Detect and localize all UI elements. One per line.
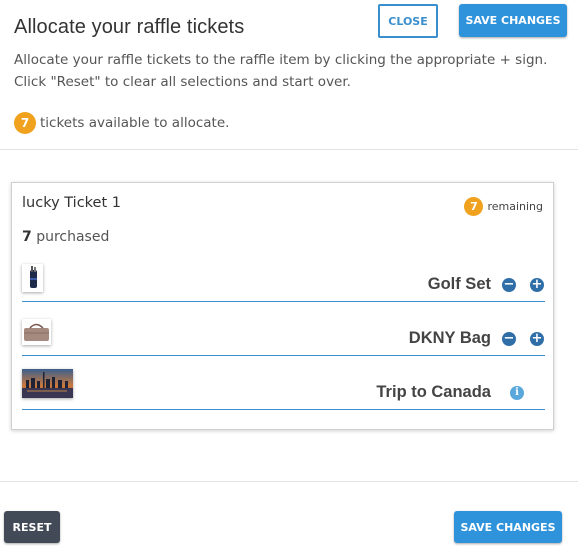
dkny-bag-thumbnail (22, 319, 51, 345)
remaining-count-badge: 7 (464, 197, 484, 216)
golf-set-thumbnail (22, 264, 43, 292)
trip-to-canada-thumbnail (22, 369, 73, 398)
purchased-count: 7 purchased (22, 229, 109, 245)
divider-top (0, 149, 578, 150)
minus-icon[interactable]: − (502, 332, 516, 346)
minus-icon[interactable]: − (502, 278, 516, 292)
purchased-label: purchased (36, 229, 110, 245)
remaining-label: remaining (487, 200, 543, 213)
save-changes-button-bottom[interactable]: SAVE CHANGES (454, 511, 562, 543)
info-icon[interactable]: i (510, 386, 524, 400)
item-name-trip-to-canada: Trip to Canada (376, 383, 491, 401)
plus-icon[interactable]: + (530, 332, 544, 346)
available-count-badge: 7 (14, 112, 36, 134)
dialog-title: Allocate your raffle tickets (14, 16, 245, 38)
raffle-item-golf-set: Golf Set − + (22, 261, 545, 302)
save-changes-button-top[interactable]: SAVE CHANGES (459, 4, 567, 37)
available-label: tickets available to allocate. (40, 115, 230, 131)
close-button[interactable]: CLOSE (378, 4, 438, 38)
item-name-golf-set: Golf Set (427, 275, 491, 293)
ticket-name: lucky Ticket 1 (22, 195, 121, 211)
raffle-item-trip-to-canada: Trip to Canada i (22, 369, 545, 410)
reset-button[interactable]: RESET (4, 511, 60, 543)
item-name-dkny-bag: DKNY Bag (408, 329, 491, 347)
purchased-number: 7 (22, 229, 32, 245)
remaining-indicator: 7 remaining (464, 197, 543, 216)
ticket-card: lucky Ticket 1 7 remaining 7 purchased G… (11, 182, 554, 430)
instructions-text: Allocate your raffle tickets to the raff… (14, 52, 548, 90)
plus-icon[interactable]: + (530, 278, 544, 292)
raffle-item-dkny-bag: DKNY Bag − + (22, 315, 545, 356)
tickets-available: 7 tickets available to allocate. (14, 112, 229, 134)
divider-bottom (0, 481, 578, 482)
